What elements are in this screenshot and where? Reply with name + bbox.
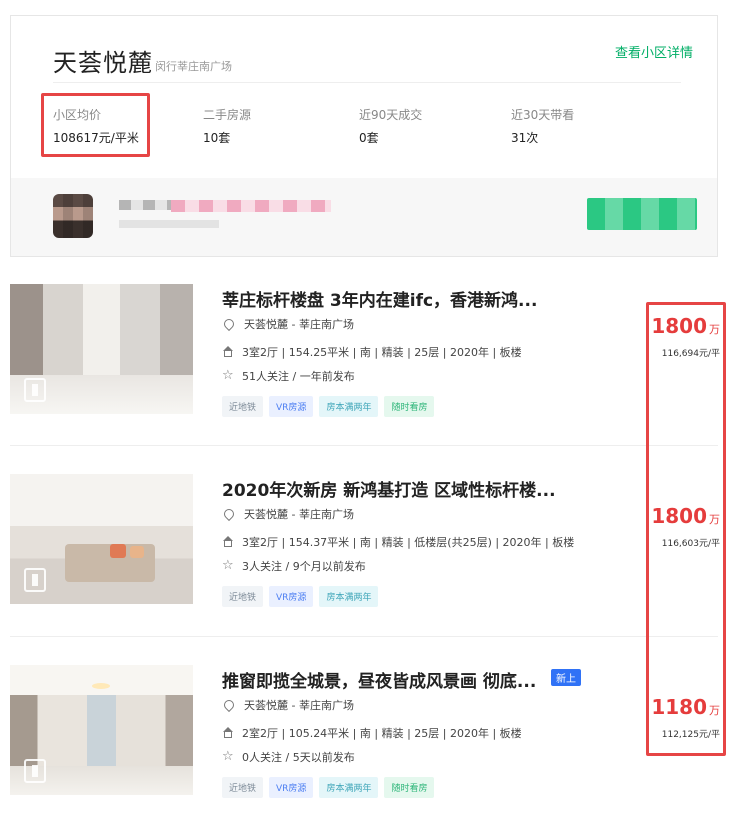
star-icon: ☆: [222, 749, 234, 764]
listing-follow: 51人关注 / 一年前发布: [242, 370, 355, 383]
listing-info: 3室2厅 | 154.37平米 | 南 | 精装 | 低楼层(共25层) | 2…: [242, 536, 575, 549]
listing-location[interactable]: 天荟悦麓 - 莘庄南广场: [244, 506, 354, 522]
house-icon: [222, 346, 234, 358]
location-pin-icon: [221, 316, 237, 332]
tag: 近地铁: [222, 396, 264, 417]
community-name[interactable]: 天荟悦麓: [53, 43, 153, 78]
listing-thumbnail[interactable]: [10, 284, 193, 414]
stat-second-hand-listings[interactable]: 二手房源 10套: [203, 106, 251, 146]
tag: 随时看房: [384, 777, 435, 798]
tag: VR房源: [269, 396, 314, 417]
vr-icon: [24, 378, 46, 402]
stat-value: 31次: [511, 131, 539, 145]
listing-thumbnail[interactable]: [10, 474, 193, 604]
listing-tags: 近地铁 VR房源 房本满两年 随时看房: [222, 396, 435, 417]
location-pin-icon: [221, 506, 237, 522]
listing-info: 2室2厅 | 105.24平米 | 南 | 精装 | 25层 | 2020年 |…: [242, 727, 522, 740]
tag: 随时看房: [384, 396, 435, 417]
community-title-row: 天荟悦麓 闵行莘庄南广场: [53, 38, 232, 78]
stat-label: 二手房源: [203, 108, 252, 122]
listing-follow-row: ☆ 51人关注 / 一年前发布: [222, 368, 355, 384]
average-price-highlight: [41, 93, 150, 157]
community-card: 天荟悦麓 闵行莘庄南广场 查看小区详情 小区均价 108617元/平米 二手房源…: [10, 15, 718, 257]
listing-info-row: 3室2厅 | 154.25平米 | 南 | 精装 | 25层 | 2020年 |…: [222, 344, 522, 360]
price-column-highlight: [646, 302, 726, 756]
tag: VR房源: [269, 777, 314, 798]
listing-location[interactable]: 天荟悦麓 - 莘庄南广场: [244, 697, 354, 713]
listing-location[interactable]: 天荟悦麓 - 莘庄南广场: [244, 316, 354, 332]
house-icon: [222, 727, 234, 739]
community-location: 闵行莘庄南广场: [155, 60, 232, 73]
house-icon: [222, 536, 234, 548]
tag: 近地铁: [222, 777, 264, 798]
listing-title[interactable]: 推窗即揽全城景，昼夜皆成风景画 彻底...: [222, 667, 536, 692]
tag: 房本满两年: [319, 396, 379, 417]
listing-follow-row: ☆ 0人关注 / 5天以前发布: [222, 749, 355, 765]
tag: 近地铁: [222, 586, 264, 607]
listing-separator: [10, 636, 718, 637]
stat-label: 近90天成交: [359, 108, 423, 122]
listing-tags: 近地铁 VR房源 房本满两年: [222, 586, 379, 607]
listing-thumbnail[interactable]: [10, 665, 193, 795]
listing-location-row: 天荟悦麓 - 莘庄南广场: [221, 506, 354, 522]
star-icon: ☆: [222, 368, 234, 383]
listing-item[interactable]: 推窗即揽全城景，昼夜皆成风景画 彻底... 新上 天荟悦麓 - 莘庄南广场 2室…: [10, 665, 720, 798]
stat-value: 0套: [359, 131, 379, 145]
listing-item[interactable]: 2020年次新房 新鸿基打造 区域性标杆楼... 天荟悦麓 - 莘庄南广场 3室…: [10, 474, 720, 607]
divider: [53, 82, 681, 83]
listing-separator: [10, 445, 718, 446]
tag: 房本满两年: [319, 586, 379, 607]
stat-value: 10套: [203, 131, 231, 145]
agent-avatar[interactable]: [53, 194, 93, 238]
listing-item[interactable]: 莘庄标杆楼盘 3年内在建ifc，香港新鸿... 天荟悦麓 - 莘庄南广场 3室2…: [10, 284, 720, 417]
vr-icon: [24, 568, 46, 592]
listing-title[interactable]: 2020年次新房 新鸿基打造 区域性标杆楼...: [222, 476, 556, 501]
star-icon: ☆: [222, 558, 234, 573]
agent-info-blurred: [171, 200, 331, 212]
contact-agent-button[interactable]: [587, 198, 697, 230]
agent-subtext-blurred: [119, 220, 219, 228]
listing-follow-row: ☆ 3人关注 / 9个月以前发布: [222, 558, 366, 574]
listing-location-row: 天荟悦麓 - 莘庄南广场: [221, 316, 354, 332]
new-listing-badge: 新上: [551, 669, 581, 686]
stat-30-day-viewings: 近30天带看 31次: [511, 106, 574, 146]
listing-info-row: 3室2厅 | 154.37平米 | 南 | 精装 | 低楼层(共25层) | 2…: [222, 534, 574, 550]
view-community-details-link[interactable]: 查看小区详情: [615, 42, 693, 61]
location-pin-icon: [221, 697, 237, 713]
tag: 房本满两年: [319, 777, 379, 798]
listing-follow: 3人关注 / 9个月以前发布: [242, 560, 366, 573]
stat-label: 近30天带看: [511, 108, 575, 122]
listing-info: 3室2厅 | 154.25平米 | 南 | 精装 | 25层 | 2020年 |…: [242, 346, 522, 359]
agent-bar: [11, 178, 717, 256]
vr-icon: [24, 759, 46, 783]
listing-tags: 近地铁 VR房源 房本满两年 随时看房: [222, 777, 435, 798]
stat-90-day-deals[interactable]: 近90天成交 0套: [359, 106, 422, 146]
listing-title[interactable]: 莘庄标杆楼盘 3年内在建ifc，香港新鸿...: [222, 286, 537, 311]
listing-location-row: 天荟悦麓 - 莘庄南广场: [221, 697, 354, 713]
listing-follow: 0人关注 / 5天以前发布: [242, 751, 355, 764]
listing-info-row: 2室2厅 | 105.24平米 | 南 | 精装 | 25层 | 2020年 |…: [222, 725, 522, 741]
tag: VR房源: [269, 586, 314, 607]
